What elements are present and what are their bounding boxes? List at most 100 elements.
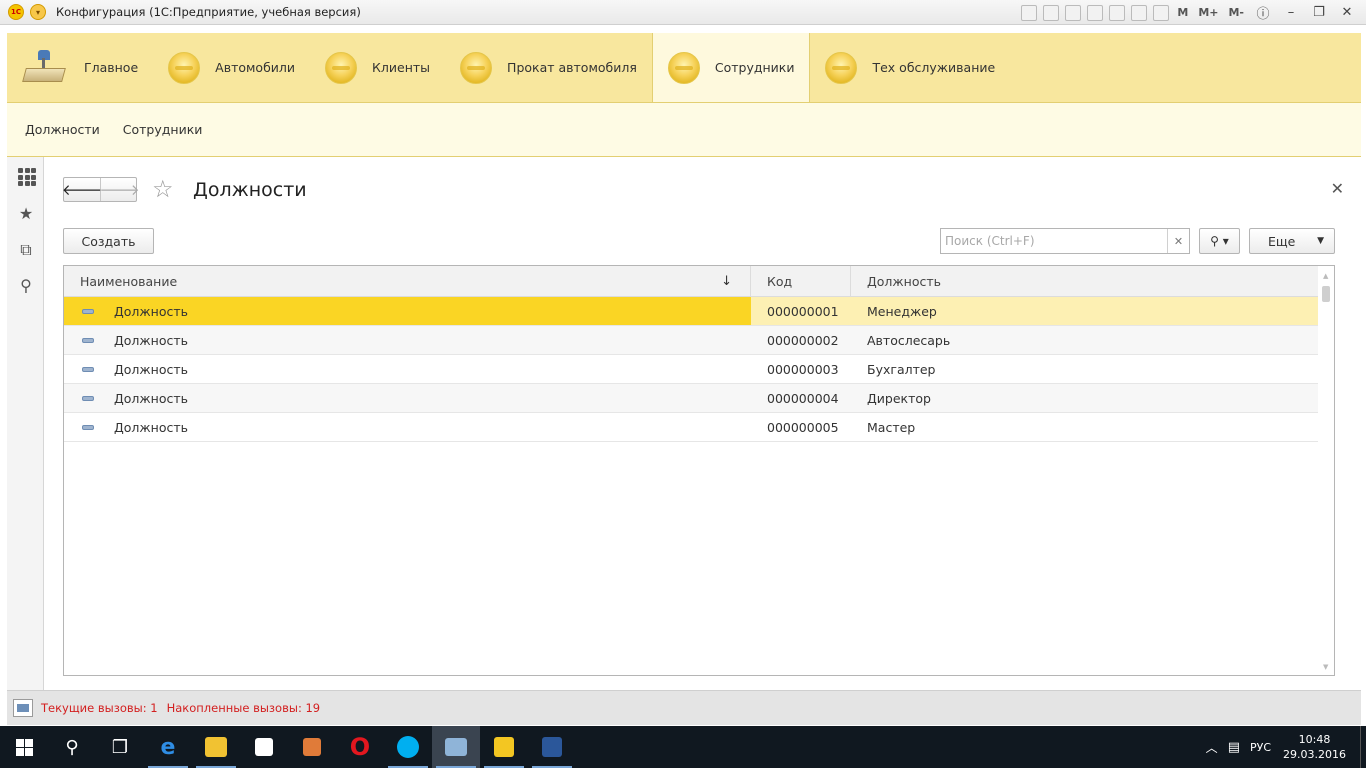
more-label: Еще bbox=[1268, 233, 1296, 249]
column-header-code[interactable]: Код bbox=[751, 266, 851, 296]
create-button[interactable]: Создать bbox=[63, 228, 154, 254]
favorite-star-icon[interactable]: ☆ bbox=[152, 175, 174, 203]
subsection-positions-link[interactable]: Должности bbox=[25, 122, 100, 137]
sections-panel: Главное Автомобили Клиенты Прокат автомо… bbox=[7, 33, 1361, 103]
section-label: Клиенты bbox=[372, 60, 431, 75]
scroll-thumb[interactable] bbox=[1322, 286, 1330, 302]
print-icon[interactable] bbox=[1043, 4, 1060, 21]
table-scrollbar[interactable]: ▲ ▼ bbox=[1318, 266, 1334, 675]
preview-icon[interactable] bbox=[1065, 4, 1082, 21]
current-calls-text: Текущие вызовы: 1 bbox=[41, 701, 158, 715]
item-icon bbox=[82, 366, 94, 372]
info-icon[interactable]: ⓘ bbox=[1252, 3, 1274, 22]
section-maintenance[interactable]: Тех обслуживание bbox=[810, 33, 1010, 102]
main-menu-button[interactable]: ▾ bbox=[30, 4, 46, 20]
search-icon[interactable]: ⚲ bbox=[48, 726, 96, 768]
favorites-add-icon[interactable] bbox=[1087, 4, 1104, 21]
restore-button[interactable]: ❐ bbox=[1308, 5, 1330, 20]
table-row[interactable]: Должность 000000004 Директор bbox=[64, 384, 1334, 413]
forward-arrow-icon[interactable]: 🡒 bbox=[99, 178, 139, 201]
table-row[interactable]: Должность 000000001 Менеджер bbox=[64, 297, 1334, 326]
store-icon[interactable] bbox=[240, 726, 288, 768]
memory-button[interactable]: M bbox=[1175, 6, 1190, 19]
clock[interactable]: 10:48 29.03.2016 bbox=[1283, 732, 1346, 762]
clock-date: 29.03.2016 bbox=[1283, 748, 1346, 761]
item-icon bbox=[82, 395, 94, 401]
nav-buttons: 🡐 🡒 bbox=[62, 177, 140, 202]
skype-icon[interactable] bbox=[384, 726, 432, 768]
close-window-button[interactable]: ✕ bbox=[1336, 5, 1358, 20]
edge-browser-icon[interactable]: e bbox=[144, 726, 192, 768]
desk-lamp-icon bbox=[22, 48, 68, 88]
column-header-name[interactable]: Наименование ↓ bbox=[64, 266, 751, 296]
search-icon[interactable]: ⚲ bbox=[16, 276, 36, 296]
table-row[interactable]: Должность 000000005 Мастер bbox=[64, 413, 1334, 442]
column-header-position[interactable]: Должность bbox=[851, 266, 1318, 296]
section-circle-icon bbox=[667, 51, 700, 84]
close-form-icon[interactable]: ✕ bbox=[1331, 179, 1344, 198]
video-app-icon[interactable] bbox=[432, 726, 480, 768]
search-box: ✕ bbox=[940, 228, 1190, 254]
subsection-employees-link[interactable]: Сотрудники bbox=[123, 122, 203, 137]
history-icon[interactable] bbox=[1109, 4, 1126, 21]
page-title: Должности bbox=[193, 179, 307, 201]
section-main[interactable]: Главное bbox=[7, 33, 153, 102]
1c-logo-icon[interactable]: 1С bbox=[8, 4, 24, 20]
clock-time: 10:48 bbox=[1298, 733, 1331, 746]
item-icon bbox=[82, 424, 94, 430]
scroll-down-icon[interactable]: ▼ bbox=[1323, 663, 1328, 671]
item-icon bbox=[82, 308, 94, 314]
status-bar: Текущие вызовы: 1 Накопленные вызовы: 19 bbox=[7, 690, 1361, 725]
windows-start-icon[interactable] bbox=[0, 726, 48, 768]
calendar-icon[interactable] bbox=[1153, 4, 1170, 21]
table-row[interactable]: Должность 000000002 Автослесарь bbox=[64, 326, 1334, 355]
section-circle-icon bbox=[325, 51, 358, 84]
search-options-button[interactable]: ⚲ ▾ bbox=[1199, 228, 1240, 254]
back-arrow-icon[interactable]: 🡐 bbox=[62, 178, 102, 201]
opera-browser-icon[interactable]: O bbox=[336, 726, 384, 768]
section-employees[interactable]: Сотрудники bbox=[651, 33, 811, 102]
1c-app-icon[interactable] bbox=[480, 726, 528, 768]
section-label: Сотрудники bbox=[714, 60, 795, 75]
more-button[interactable]: Еще ▼ bbox=[1249, 228, 1335, 254]
section-label: Главное bbox=[84, 60, 139, 75]
section-rental[interactable]: Прокат автомобиля bbox=[445, 33, 652, 102]
favorites-star-icon[interactable]: ★ bbox=[16, 204, 36, 224]
minimize-button[interactable]: – bbox=[1280, 5, 1302, 20]
system-tray: ︿ ▤ РУС 10:48 29.03.2016 bbox=[1206, 726, 1366, 768]
section-label: Автомобили bbox=[215, 60, 296, 75]
memory-subtract-button[interactable]: M- bbox=[1226, 6, 1246, 19]
sort-down-icon: ↓ bbox=[721, 273, 732, 289]
section-cars[interactable]: Автомобили bbox=[153, 33, 310, 102]
file-explorer-icon[interactable] bbox=[192, 726, 240, 768]
history-icon[interactable]: ⧉ bbox=[16, 240, 36, 260]
memory-add-button[interactable]: M+ bbox=[1196, 6, 1220, 19]
language-indicator[interactable]: РУС bbox=[1250, 741, 1271, 754]
accumulated-calls-text: Накопленные вызовы: 19 bbox=[166, 701, 321, 715]
clear-search-icon[interactable]: ✕ bbox=[1167, 229, 1189, 253]
notification-icon[interactable]: ▤ bbox=[1228, 740, 1240, 755]
section-circle-icon bbox=[825, 51, 858, 84]
chevron-down-icon: ▼ bbox=[1317, 236, 1324, 246]
form-area: 🡐 🡒 ☆ Должности ✕ Создать ✕ ⚲ ▾ Еще ▼ На… bbox=[44, 157, 1361, 690]
task-view-icon[interactable]: ❐ bbox=[96, 726, 144, 768]
table-row[interactable]: Должность 000000003 Бухгалтер bbox=[64, 355, 1334, 384]
media-player-icon[interactable] bbox=[288, 726, 336, 768]
section-label: Прокат автомобиля bbox=[507, 60, 637, 75]
performance-monitor-icon[interactable] bbox=[13, 699, 33, 717]
search-input[interactable] bbox=[941, 230, 1167, 252]
section-circle-icon bbox=[168, 51, 201, 84]
calculator-icon[interactable] bbox=[1131, 4, 1148, 21]
all-functions-icon[interactable] bbox=[16, 166, 36, 186]
section-circle-icon bbox=[460, 51, 493, 84]
positions-table: Наименование ↓ Код Должность Должность 0… bbox=[63, 265, 1335, 676]
table-header: Наименование ↓ Код Должность bbox=[64, 266, 1334, 297]
section-label: Тех обслуживание bbox=[872, 60, 996, 75]
section-clients[interactable]: Клиенты bbox=[310, 33, 445, 102]
show-desktop-button[interactable] bbox=[1360, 726, 1366, 768]
chevron-up-icon[interactable]: ︿ bbox=[1206, 739, 1218, 756]
save-icon[interactable] bbox=[1021, 4, 1038, 21]
word-icon[interactable] bbox=[528, 726, 576, 768]
scroll-up-icon[interactable]: ▲ bbox=[1323, 272, 1328, 280]
window-titlebar: 1С ▾ Конфигурация (1С:Предприятие, учебн… bbox=[0, 0, 1366, 25]
